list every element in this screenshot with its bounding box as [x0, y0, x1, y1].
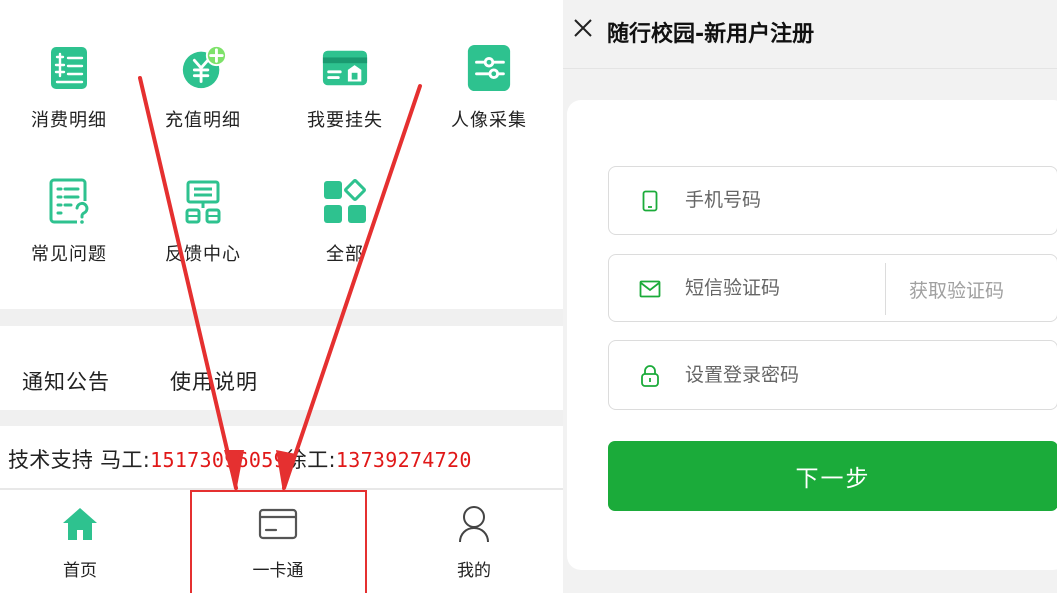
- password-field[interactable]: [608, 340, 1057, 410]
- annotation-arrows: [138, 76, 422, 492]
- registration-form-card: 获取验证码 下一步: [567, 100, 1057, 570]
- next-step-button[interactable]: 下一步: [608, 441, 1057, 511]
- annotation-arrow-left: [138, 76, 238, 490]
- campus-app-home-screen: 消费明细 充值明细 我要挂失 人像采集 常见问题 反馈中心 全部 通知公告 使用…: [0, 0, 563, 593]
- password-input[interactable]: [685, 364, 885, 386]
- phone-input[interactable]: [685, 189, 885, 211]
- sms-code-input[interactable]: [685, 277, 865, 299]
- phone-icon: [639, 190, 661, 212]
- phone-field[interactable]: [608, 166, 1057, 235]
- sms-code-field[interactable]: 获取验证码: [608, 254, 1057, 322]
- lock-icon: [639, 365, 661, 387]
- page-title: 随行校园-新用户注册: [607, 22, 815, 47]
- annotation-arrow-right: [282, 84, 422, 490]
- registration-screen: 随行校园-新用户注册 获取验证码: [563, 0, 1057, 593]
- field-divider: [885, 263, 886, 315]
- mail-icon: [639, 278, 661, 300]
- get-code-button[interactable]: 获取验证码: [909, 276, 1004, 303]
- close-icon[interactable]: [571, 16, 595, 40]
- title-bar: 随行校园-新用户注册: [563, 0, 1057, 69]
